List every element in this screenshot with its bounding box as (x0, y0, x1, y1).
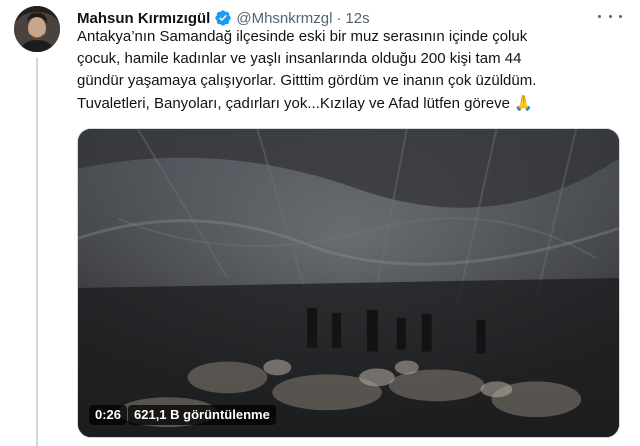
author-handle[interactable]: @Mhsnkrmzgl (236, 10, 332, 27)
tweet: Mahsun Kırmızıgül @Mhsnkrmzgl · 12s Anta… (0, 0, 640, 446)
tweet-timestamp[interactable]: 12s (345, 10, 369, 27)
avatar[interactable] (14, 6, 60, 52)
thread-line (36, 58, 38, 446)
more-options-icon[interactable] (598, 6, 622, 26)
tweet-text: Antakya’nın Samandağ ilçesinde eski bir … (77, 28, 537, 112)
video-duration-badge: 0:26 (89, 405, 128, 425)
author-name[interactable]: Mahsun Kırmızıgül (77, 10, 210, 27)
verified-badge-icon (214, 9, 232, 27)
video-player[interactable]: 0:26 621,1 B görüntülenme (77, 128, 620, 438)
avatar-photo (14, 6, 60, 52)
separator-dot: · (336, 9, 342, 27)
video-thumbnail (78, 129, 619, 437)
view-count-badge: 621,1 B görüntülenme (128, 405, 276, 425)
